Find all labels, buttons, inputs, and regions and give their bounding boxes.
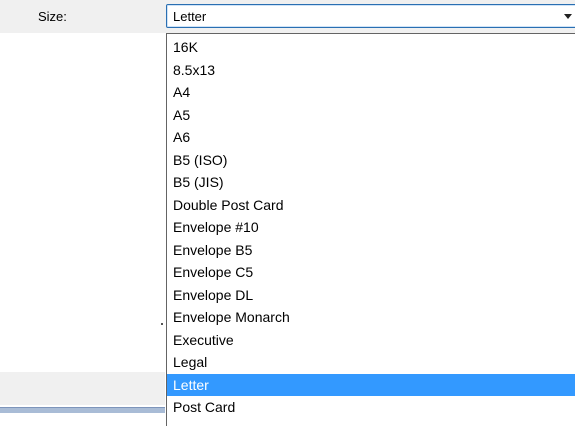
dialog-bottom-bar xyxy=(0,407,165,413)
dialog-panel-strip xyxy=(0,372,165,405)
dropdown-option[interactable]: Envelope #10 xyxy=(167,216,575,239)
paper-size-combobox[interactable]: Letter xyxy=(166,4,575,28)
dropdown-option[interactable]: Envelope B5 xyxy=(167,239,575,262)
dropdown-option[interactable]: Envelope DL xyxy=(167,284,575,307)
dropdown-option[interactable]: B5 (JIS) xyxy=(167,171,575,194)
dropdown-option[interactable]: Double Post Card xyxy=(167,194,575,217)
combobox-selected-value: Letter xyxy=(173,9,207,24)
dropdown-option[interactable]: Envelope C5 xyxy=(167,261,575,284)
paper-size-dropdown-list[interactable]: 16K 8.5x13 A4 A5 A6 B5 (ISO) B5 (JIS) Do… xyxy=(166,33,575,426)
dropdown-option[interactable]: B5 (ISO) xyxy=(167,149,575,172)
size-label: Size: xyxy=(38,9,67,24)
dropdown-option[interactable]: A5 xyxy=(167,104,575,127)
dropdown-option-selected[interactable]: Letter xyxy=(167,373,575,396)
dropdown-option[interactable]: Post Card xyxy=(167,396,575,419)
dropdown-option[interactable]: A6 xyxy=(167,126,575,149)
dropdown-option[interactable]: Executive xyxy=(167,329,575,352)
dropdown-option[interactable]: Legal xyxy=(167,351,575,374)
chevron-down-icon[interactable] xyxy=(564,14,572,19)
dropdown-option[interactable]: 16K xyxy=(167,36,575,59)
dropdown-option[interactable]: 8.5x13 xyxy=(167,59,575,82)
dialog-divider-mark xyxy=(161,323,163,325)
dropdown-option[interactable]: A4 xyxy=(167,81,575,104)
dropdown-option[interactable]: Envelope Monarch xyxy=(167,306,575,329)
